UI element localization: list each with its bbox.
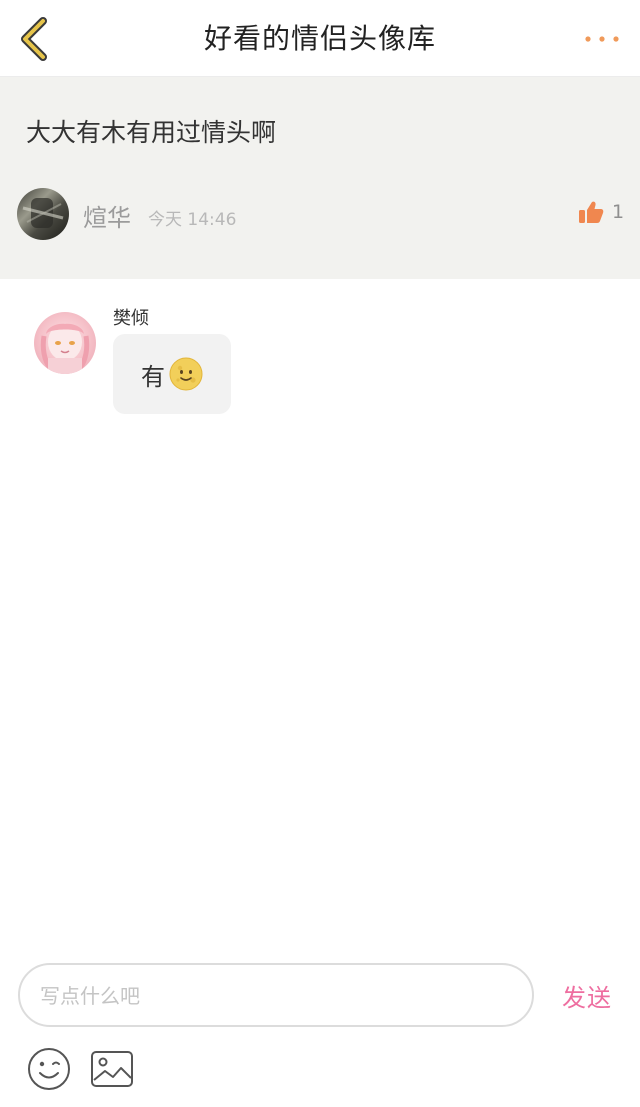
post-author-avatar[interactable] <box>17 188 69 240</box>
page-title: 好看的情侣头像库 <box>203 22 436 55</box>
send-button[interactable]: 发送 <box>562 978 612 1013</box>
original-post: 大大有木有用过情头啊 煊华 今天 14:46 1 <box>0 77 640 279</box>
like-count: 1 <box>612 201 625 223</box>
reply-author-avatar[interactable] <box>34 312 96 374</box>
post-timestamp: 今天 14:46 <box>148 210 237 230</box>
thumbs-up-icon <box>579 201 604 223</box>
post-text: 大大有木有用过情头啊 <box>26 118 277 147</box>
reply-message-text: 有 <box>141 362 165 391</box>
comment-input[interactable] <box>38 965 522 1027</box>
post-author-name[interactable]: 煊华 <box>83 198 131 233</box>
smiley-face-icon <box>28 1048 70 1090</box>
reply-author-name[interactable]: 樊倾 <box>113 304 149 330</box>
more-button[interactable] <box>582 26 622 52</box>
reply-message-bubble: 有 <box>113 334 231 414</box>
emoji-button[interactable] <box>27 1047 71 1091</box>
more-dots-icon <box>585 36 619 42</box>
like-button[interactable]: 1 <box>578 200 624 224</box>
image-icon <box>91 1051 133 1087</box>
image-button[interactable] <box>90 1050 134 1088</box>
top-bar: 好看的情侣头像库 <box>0 0 640 77</box>
smiling-moon-emoji <box>169 357 203 391</box>
comment-input-box[interactable] <box>18 963 534 1027</box>
